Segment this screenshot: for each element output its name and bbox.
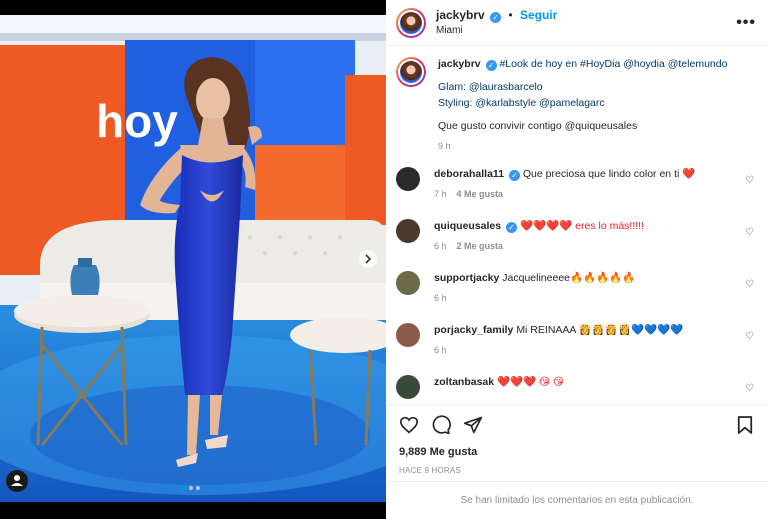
comment-avatar[interactable] bbox=[396, 219, 420, 243]
verified-badge-icon: ✓ bbox=[506, 222, 518, 233]
comment-item: zoltanbasak ❤️❤️❤️ 😘 😘 ♡ bbox=[396, 375, 758, 399]
verified-badge-icon: ✓ bbox=[485, 60, 497, 71]
comment-item: deborahalla11 ✓ Que preciosa que lindo c… bbox=[396, 167, 758, 201]
caption-glam: Glam: @laurasbarcelo bbox=[438, 81, 543, 93]
comment-item: quiqueusales ✓ ❤️❤️❤️❤️ eres lo más!!!!!… bbox=[396, 219, 758, 253]
comment-likes[interactable]: 4 Me gusta bbox=[457, 189, 504, 199]
comment-avatar[interactable] bbox=[396, 271, 420, 295]
comment-likes[interactable]: 2 Me gusta bbox=[457, 241, 504, 251]
post-location[interactable]: Miami bbox=[436, 23, 557, 38]
hoy-logo-text: hoy bbox=[96, 95, 178, 147]
comment-like-heart-icon[interactable]: ♡ bbox=[745, 175, 754, 186]
likes-count[interactable]: 9,889 Me gusta bbox=[399, 446, 477, 458]
comment-avatar[interactable] bbox=[396, 167, 420, 191]
post-photo-illustration: hoy bbox=[0, 15, 386, 502]
comment-text: ❤️❤️❤️ 😘 😘 bbox=[497, 376, 564, 388]
comments-list[interactable]: jackybrv ✓ #Look de hoy en #HoyDia @hoyd… bbox=[386, 47, 768, 402]
comment-username[interactable]: quiqueusales bbox=[434, 220, 501, 232]
caption-styling: Styling: @karlabstyle @pamelagarc bbox=[438, 97, 605, 109]
bookmark-icon[interactable] bbox=[734, 414, 756, 436]
comment-time: 6 h bbox=[434, 345, 447, 355]
carousel-dot-active bbox=[182, 486, 186, 490]
comment-username[interactable]: supportjacky bbox=[434, 272, 499, 284]
comment-avatar[interactable] bbox=[396, 323, 420, 347]
post-actions-bar bbox=[386, 404, 768, 444]
carousel-dot bbox=[189, 486, 193, 490]
caption-thanks: Que gusto convivir contigo @quiqueusales bbox=[438, 120, 638, 132]
caption-time: 9 h bbox=[438, 141, 451, 151]
more-options-icon[interactable]: ••• bbox=[736, 14, 756, 32]
comment-avatar[interactable] bbox=[396, 375, 420, 399]
author-username[interactable]: jackybrv bbox=[436, 8, 485, 22]
comment-text: Que preciosa que lindo color en ti bbox=[522, 168, 680, 180]
comment-item: porjacky_family Mi REINAAA 👸👸👸👸💙💙💙💙 6 h … bbox=[396, 323, 758, 357]
comment-like-heart-icon[interactable]: ♡ bbox=[745, 279, 754, 290]
comment-username[interactable]: zoltanbasak bbox=[434, 376, 494, 388]
post-header: jackybrv ✓ • Seguir Miami ••• bbox=[386, 0, 768, 46]
comment-icon[interactable] bbox=[430, 414, 452, 436]
instagram-post-modal: hoy jackybrv ✓ • Seguir Miami ••• jackyb… bbox=[0, 0, 768, 519]
author-info: jackybrv ✓ • Seguir Miami bbox=[436, 8, 557, 38]
caption-username[interactable]: jackybrv bbox=[438, 58, 481, 70]
comment-like-heart-icon[interactable]: ♡ bbox=[745, 383, 754, 394]
follow-button[interactable]: Seguir bbox=[520, 8, 557, 22]
carousel-dot bbox=[196, 486, 200, 490]
comment-like-heart-icon[interactable]: ♡ bbox=[745, 331, 754, 342]
verified-badge-icon: ✓ bbox=[490, 11, 502, 23]
comment-text: Jacquelineeee🔥🔥🔥🔥🔥 bbox=[502, 272, 636, 284]
verified-badge-icon: ✓ bbox=[508, 170, 520, 181]
comment-username[interactable]: porjacky_family bbox=[434, 324, 513, 336]
comment-time: 6 h bbox=[434, 241, 447, 251]
post-caption: jackybrv ✓ #Look de hoy en #HoyDia @hoyd… bbox=[396, 57, 758, 153]
separator: • bbox=[508, 7, 513, 22]
comments-limited-notice: Se han limitado los comentarios en esta … bbox=[386, 481, 768, 519]
comment-time: 7 h bbox=[434, 189, 447, 199]
caption-avatar[interactable] bbox=[396, 57, 426, 87]
comment-username[interactable]: deborahalla11 bbox=[434, 168, 504, 180]
comment-text: ❤️❤️❤️❤️ eres lo más!!!!! bbox=[519, 220, 645, 232]
comment-time: 6 h bbox=[434, 293, 447, 303]
author-avatar[interactable] bbox=[396, 7, 426, 38]
comment-text: Mi REINAAA 👸👸👸👸💙💙💙💙 bbox=[516, 324, 684, 336]
post-sidebar: jackybrv ✓ • Seguir Miami ••• jackybrv ✓… bbox=[386, 0, 768, 519]
post-image[interactable]: hoy bbox=[0, 15, 386, 502]
comment-emoji: ❤️ bbox=[682, 168, 696, 180]
post-timestamp: HACE 9 HORAS bbox=[399, 466, 461, 475]
caption-text: #Look de hoy en #HoyDia @hoydia @telemun… bbox=[499, 58, 728, 70]
comment-item: supportjacky Jacquelineeee🔥🔥🔥🔥🔥 6 h ♡ bbox=[396, 271, 758, 305]
carousel-next-button[interactable] bbox=[359, 250, 377, 268]
heart-icon[interactable] bbox=[398, 414, 420, 436]
comment-like-heart-icon[interactable]: ♡ bbox=[745, 227, 754, 238]
share-icon[interactable] bbox=[462, 414, 484, 436]
